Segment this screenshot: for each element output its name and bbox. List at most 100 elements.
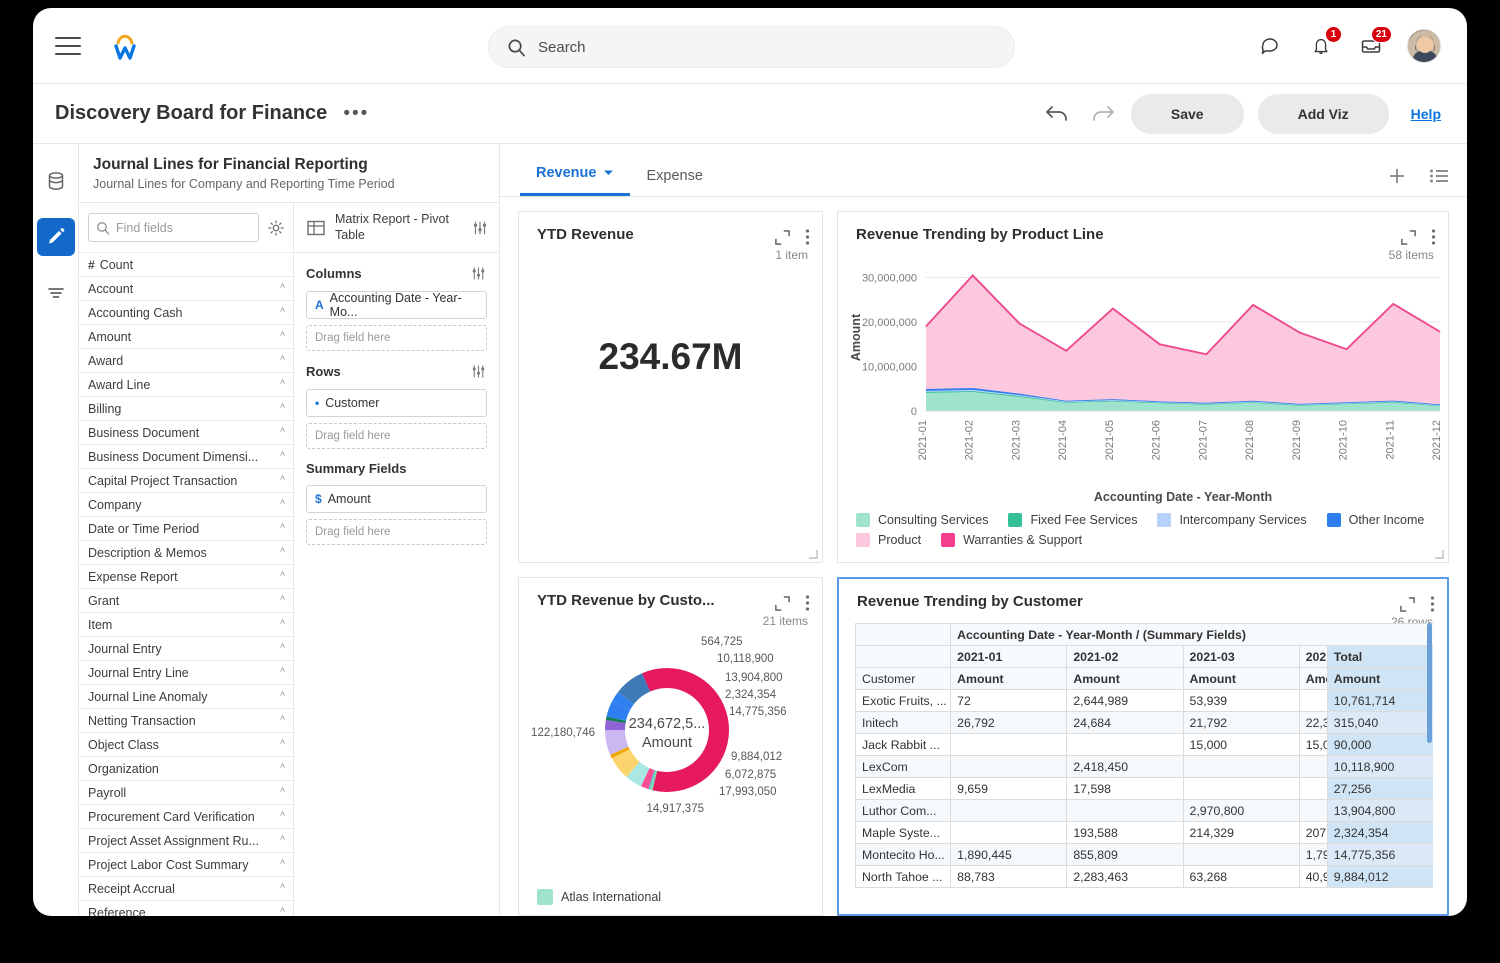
viz-settings-icon[interactable] <box>471 219 489 237</box>
chevron-up-icon[interactable]: ^ <box>280 739 285 750</box>
chevron-up-icon[interactable]: ^ <box>280 715 285 726</box>
chevron-up-icon[interactable]: ^ <box>280 379 285 390</box>
table-cell[interactable]: 1,790 <box>1298 843 1328 866</box>
expand-icon[interactable] <box>774 595 791 612</box>
field-item[interactable]: Reference ^ <box>79 901 293 917</box>
row-label[interactable]: Luthor Com... <box>855 799 952 822</box>
table-cell[interactable]: 193,588 <box>1066 821 1184 844</box>
shelf-settings-icon[interactable] <box>470 363 487 380</box>
column-header[interactable]: 2021-03 <box>1182 645 1300 668</box>
table-cell[interactable] <box>1298 755 1328 778</box>
table-cell[interactable] <box>1298 777 1328 800</box>
global-search[interactable] <box>488 26 1015 68</box>
total-cell[interactable]: 2,324,354 <box>1326 821 1433 844</box>
chevron-up-icon[interactable]: ^ <box>280 811 285 822</box>
card-ytd-revenue[interactable]: YTD Revenue 1 item 234.67M <box>518 211 823 563</box>
resize-handle[interactable] <box>808 549 818 559</box>
pivot-vertical-scrollbar[interactable] <box>1426 623 1433 891</box>
card-menu-icon[interactable] <box>805 594 810 612</box>
field-item[interactable]: Organization ^ <box>79 757 293 781</box>
row-label[interactable]: Initech <box>855 711 952 734</box>
legend-item[interactable]: Product <box>856 533 921 547</box>
redo-icon[interactable] <box>1087 99 1117 129</box>
donut-chart[interactable]: 234,672,5... Amount 564,725 10,118,900 13,90… <box>519 612 822 862</box>
subcolumn-header[interactable]: Amount <box>1326 667 1433 690</box>
table-cell[interactable] <box>1298 799 1328 822</box>
field-item[interactable]: Item ^ <box>79 613 293 637</box>
field-item[interactable]: Payroll ^ <box>79 781 293 805</box>
table-cell[interactable] <box>1182 755 1300 778</box>
help-link[interactable]: Help <box>1411 106 1441 122</box>
pivot-table[interactable]: Accounting Date - Year-Month / (Summary … <box>855 623 1433 888</box>
chevron-up-icon[interactable]: ^ <box>280 595 285 606</box>
table-cell[interactable]: 21,792 <box>1182 711 1300 734</box>
expand-icon[interactable] <box>1400 229 1417 246</box>
table-cell[interactable] <box>1066 799 1184 822</box>
field-item[interactable]: Journal Line Anomaly ^ <box>79 685 293 709</box>
scroll-thumb[interactable] <box>1427 623 1432 743</box>
resize-handle[interactable] <box>1434 549 1444 559</box>
table-cell[interactable] <box>950 821 1068 844</box>
chevron-up-icon[interactable]: ^ <box>280 571 285 582</box>
total-cell[interactable]: 13,904,800 <box>1326 799 1433 822</box>
shelf-dropzone[interactable]: Drag field here <box>306 519 487 546</box>
table-cell[interactable]: 2,418,450 <box>1066 755 1184 778</box>
shelf-dropzone[interactable]: Drag field here <box>306 423 487 450</box>
table-row[interactable]: North Tahoe ... 88,783 2,283,463 63,268 40, 9… <box>855 865 1433 888</box>
total-cell[interactable]: 9,884,012 <box>1326 865 1433 888</box>
chevron-up-icon[interactable]: ^ <box>280 835 285 846</box>
table-row[interactable]: Jack Rabbit ... 15,00015,0090,000 <box>855 733 1433 756</box>
board-more-icon[interactable]: ••• <box>343 104 369 123</box>
field-item[interactable]: Capital Project Transaction ^ <box>79 469 293 493</box>
tab-expense[interactable]: Expense <box>630 168 718 196</box>
list-view-icon[interactable] <box>1429 168 1449 184</box>
field-item-count[interactable]: # Count <box>79 253 293 277</box>
table-cell[interactable]: 15,00 <box>1298 733 1328 756</box>
card-menu-icon[interactable] <box>1431 228 1436 246</box>
legend-item[interactable]: Warranties & Support <box>941 533 1082 547</box>
table-cell[interactable] <box>950 733 1068 756</box>
row-label[interactable]: Exotic Fruits, ... <box>855 689 952 712</box>
chevron-up-icon[interactable]: ^ <box>280 619 285 630</box>
table-cell[interactable]: 2,644,989 <box>1066 689 1184 712</box>
column-header[interactable]: 2021 <box>1298 645 1328 668</box>
card-menu-icon[interactable] <box>805 228 810 246</box>
shelf-chip[interactable]: A Accounting Date - Year-Mo... <box>306 291 487 320</box>
chevron-up-icon[interactable]: ^ <box>280 403 285 414</box>
table-cell[interactable]: 855,809 <box>1066 843 1184 866</box>
chevron-up-icon[interactable]: ^ <box>280 283 285 294</box>
card-ytd-revenue-by-customer[interactable]: YTD Revenue by Custo... 21 items 234,672… <box>518 577 823 916</box>
chevron-down-icon[interactable] <box>603 169 614 177</box>
row-label[interactable]: Maple Syste... <box>855 821 952 844</box>
field-item[interactable]: Procurement Card Verification ^ <box>79 805 293 829</box>
chevron-up-icon[interactable]: ^ <box>280 355 285 366</box>
field-item[interactable]: Date or Time Period ^ <box>79 517 293 541</box>
field-item[interactable]: Receipt Accrual ^ <box>79 877 293 901</box>
add-tab-icon[interactable] <box>1387 166 1407 186</box>
field-list[interactable]: # Count Account ^ Accounting Cash ^ Amount ^ Awa… <box>79 252 293 916</box>
table-cell[interactable]: 22,33 <box>1298 711 1328 734</box>
field-item[interactable]: Account ^ <box>79 277 293 301</box>
legend-item[interactable]: Consulting Services <box>856 513 988 527</box>
field-item[interactable]: Project Asset Assignment Ru... ^ <box>79 829 293 853</box>
find-fields-box[interactable] <box>88 213 259 242</box>
field-item[interactable]: Accounting Cash ^ <box>79 301 293 325</box>
chevron-up-icon[interactable]: ^ <box>280 499 285 510</box>
expand-icon[interactable] <box>774 229 791 246</box>
row-label[interactable]: LexCom <box>855 755 952 778</box>
field-item[interactable]: Object Class ^ <box>79 733 293 757</box>
table-row[interactable]: Luthor Com... 2,970,800 13,904,800 <box>855 799 1433 822</box>
table-cell[interactable]: 72 <box>950 689 1068 712</box>
notifications-bell-icon[interactable]: 1 <box>1307 25 1342 60</box>
column-header[interactable]: 2021-01 <box>950 645 1068 668</box>
table-cell[interactable] <box>1298 689 1328 712</box>
field-item[interactable]: Description & Memos ^ <box>79 541 293 565</box>
chevron-up-icon[interactable]: ^ <box>280 763 285 774</box>
tab-revenue[interactable]: Revenue <box>520 165 631 196</box>
column-header[interactable]: Total <box>1326 645 1433 668</box>
field-item[interactable]: Netting Transaction ^ <box>79 709 293 733</box>
chevron-up-icon[interactable]: ^ <box>280 331 285 342</box>
chat-icon[interactable] <box>1257 32 1285 60</box>
total-cell[interactable]: 90,000 <box>1326 733 1433 756</box>
chevron-up-icon[interactable]: ^ <box>280 859 285 870</box>
